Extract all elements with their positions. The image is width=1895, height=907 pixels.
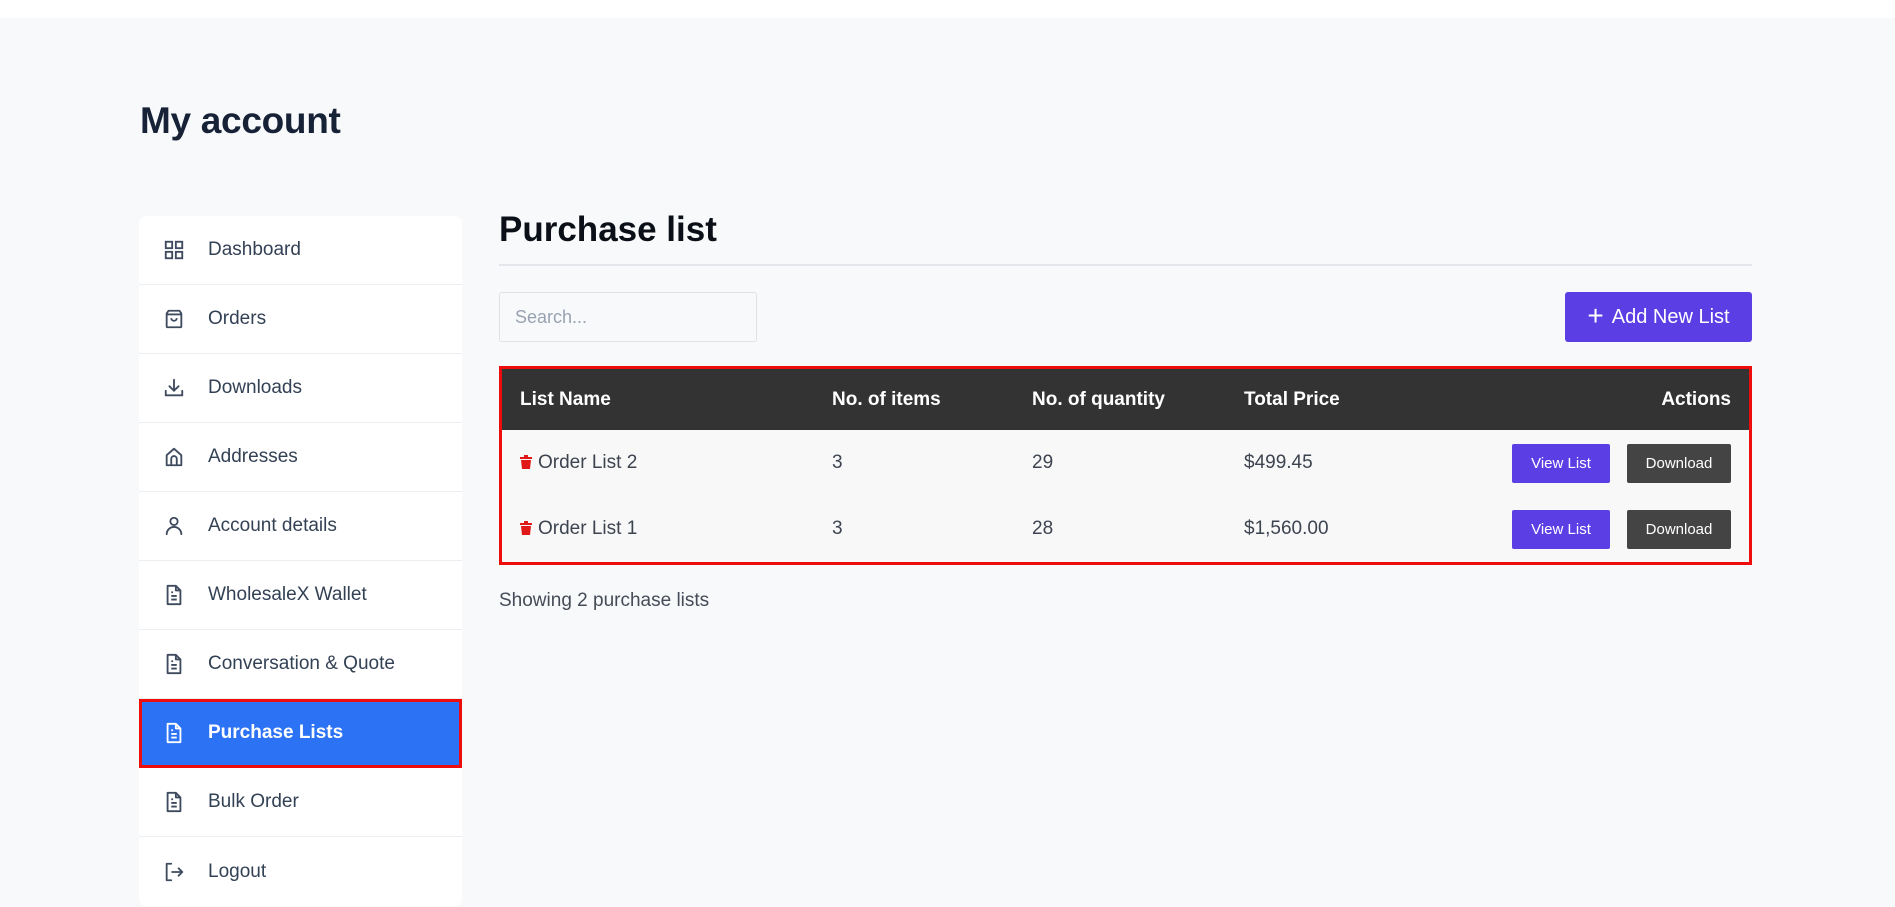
sidebar-item-conversation-quote[interactable]: Conversation & Quote — [139, 630, 462, 699]
page-title: My account — [140, 100, 341, 141]
logout-icon — [163, 861, 185, 883]
table-header-row: List Name No. of items No. of quantity T… — [502, 369, 1749, 430]
sidebar-item-logout[interactable]: Logout — [139, 837, 462, 906]
trash-icon[interactable] — [520, 453, 532, 469]
sidebar-item-bulk-order[interactable]: Bulk Order — [139, 768, 462, 837]
list-name: Order List 2 — [538, 452, 638, 473]
sidebar-item-label: Purchase Lists — [208, 722, 344, 743]
sidebar-item-account-details[interactable]: Account details — [139, 492, 462, 561]
actions-cell: View List Download — [1426, 496, 1749, 562]
sidebar-item-label: Conversation & Quote — [208, 653, 395, 674]
sidebar-item-label: WholesaleX Wallet — [208, 584, 367, 605]
table-row: Order List 1 3 28 $1,560.00 View List Dow… — [502, 496, 1749, 562]
purchase-list-section: Purchase list + Add New List List Name N… — [499, 208, 1752, 611]
sidebar-item-label: Logout — [208, 860, 267, 882]
search-input[interactable] — [499, 292, 757, 342]
table-row: Order List 2 3 29 $499.45 View List Downl… — [502, 430, 1749, 496]
home-icon — [163, 446, 185, 468]
shopping-bag-icon — [163, 308, 185, 330]
plus-icon: + — [1587, 300, 1604, 331]
sidebar-item-label: Addresses — [208, 446, 298, 467]
items-cell: 3 — [832, 518, 843, 539]
sidebar-item-label: Account details — [208, 515, 337, 536]
sidebar-item-label: Orders — [208, 308, 267, 329]
total-price-cell: $499.45 — [1244, 452, 1313, 473]
purchase-list-table: List Name No. of items No. of quantity T… — [499, 366, 1752, 565]
document-icon — [163, 722, 185, 744]
sidebar-item-downloads[interactable]: Downloads — [139, 354, 462, 423]
document-icon — [163, 653, 185, 675]
quantity-cell: 28 — [1032, 518, 1054, 539]
header-actions: Actions — [1661, 388, 1731, 410]
sidebar-item-label: Bulk Order — [208, 791, 299, 812]
header-total-price: Total Price — [1244, 388, 1340, 410]
page: My account Dashboard Orders Downloads Ad… — [0, 18, 1895, 907]
list-name: Order List 1 — [538, 518, 638, 539]
sidebar-item-orders[interactable]: Orders — [139, 285, 462, 354]
sidebar-item-purchase-lists[interactable]: Purchase Lists — [139, 699, 462, 768]
items-cell: 3 — [832, 452, 843, 473]
add-new-list-button[interactable]: + Add New List — [1565, 292, 1752, 342]
document-icon — [163, 584, 185, 606]
list-count-text: Showing 2 purchase lists — [499, 590, 710, 611]
download-button[interactable]: Download — [1627, 443, 1731, 483]
account-sidebar: Dashboard Orders Downloads Addresses Acc… — [139, 216, 462, 906]
header-items: No. of items — [832, 388, 941, 410]
actions-cell: View List Download — [1426, 430, 1749, 496]
sidebar-item-dashboard[interactable]: Dashboard — [139, 216, 462, 285]
list-name-cell: Order List 1 — [502, 496, 814, 562]
sidebar-item-label: Downloads — [208, 377, 302, 398]
header-list-name: List Name — [520, 388, 611, 410]
quantity-cell: 29 — [1032, 452, 1054, 473]
download-button[interactable]: Download — [1627, 509, 1731, 549]
trash-icon[interactable] — [520, 519, 532, 535]
user-icon — [163, 515, 185, 537]
total-price-cell: $1,560.00 — [1244, 518, 1329, 539]
view-list-button[interactable]: View List — [1512, 443, 1610, 483]
list-name-cell: Order List 2 — [502, 430, 814, 496]
sidebar-item-wholesalex-wallet[interactable]: WholesaleX Wallet — [139, 561, 462, 630]
toolbar: + Add New List — [499, 266, 1752, 350]
grid-icon — [163, 239, 185, 261]
add-new-list-label: Add New List — [1611, 305, 1730, 328]
view-list-button[interactable]: View List — [1512, 509, 1610, 549]
sidebar-item-addresses[interactable]: Addresses — [139, 423, 462, 492]
top-bar — [0, 0, 1895, 18]
document-icon — [163, 791, 185, 813]
section-title: Purchase list — [499, 210, 717, 249]
header-quantity: No. of quantity — [1032, 388, 1165, 410]
sidebar-item-label: Dashboard — [208, 239, 301, 260]
download-icon — [163, 377, 185, 399]
